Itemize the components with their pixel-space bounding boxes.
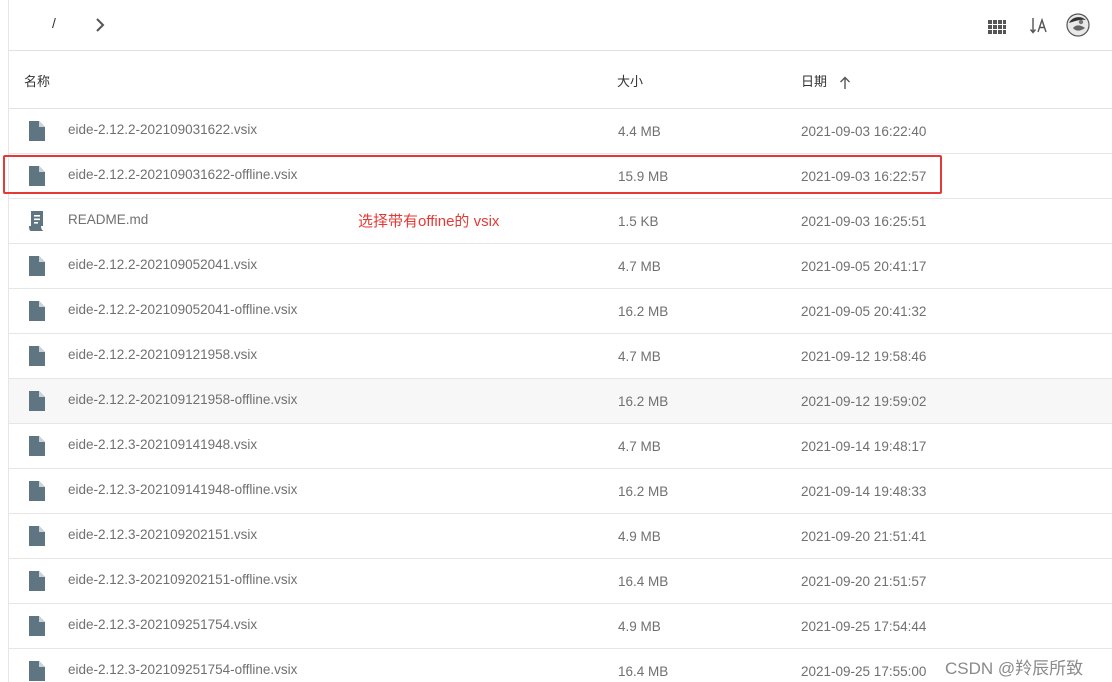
file-icon [28, 165, 46, 187]
file-size: 4.7 MB [618, 259, 661, 274]
file-name[interactable]: eide-2.12.2-202109031622-offline.vsix [68, 167, 297, 182]
arrow-up-icon [839, 76, 850, 89]
column-header-date[interactable]: 日期 [801, 71, 851, 90]
file-name[interactable]: eide-2.12.2-202109052041-offline.vsix [68, 302, 297, 317]
file-name[interactable]: eide-2.12.3-202109251754.vsix [68, 617, 257, 632]
file-row[interactable]: eide-2.12.2-202109031622-offline.vsix 15.… [9, 154, 1112, 199]
file-size: 16.2 MB [618, 484, 669, 499]
file-size: 4.7 MB [618, 439, 661, 454]
avatar-icon[interactable] [1066, 13, 1090, 37]
file-date: 2021-09-14 19:48:33 [801, 484, 927, 499]
file-icon [28, 390, 46, 412]
file-size: 1.5 KB [618, 214, 659, 229]
file-name[interactable]: eide-2.12.2-202109031622.vsix [68, 122, 257, 137]
file-date: 2021-09-20 21:51:57 [801, 574, 927, 589]
file-icon [28, 525, 46, 547]
grid-view-icon[interactable] [986, 16, 1008, 38]
file-name[interactable]: eide-2.12.2-202109121958.vsix [68, 347, 257, 362]
file-size: 16.4 MB [618, 664, 669, 679]
file-date: 2021-09-05 20:41:32 [801, 304, 927, 319]
file-row[interactable]: README.md 1.5 KB 2021-09-03 16:25:51 [9, 199, 1112, 244]
file-date: 2021-09-05 20:41:17 [801, 259, 927, 274]
file-size: 16.4 MB [618, 574, 669, 589]
file-date: 2021-09-14 19:48:17 [801, 439, 927, 454]
top-bar: / [9, 0, 1112, 51]
file-date: 2021-09-12 19:58:46 [801, 349, 927, 364]
file-row[interactable]: eide-2.12.2-202109052041.vsix 4.7 MB 2021-… [9, 244, 1112, 289]
file-row[interactable]: eide-2.12.2-202109121958.vsix 4.7 MB 2021-… [9, 334, 1112, 379]
file-size: 4.9 MB [618, 529, 661, 544]
file-size: 4.9 MB [618, 619, 661, 634]
file-icon [28, 615, 46, 637]
file-name[interactable]: eide-2.12.3-202109251754-offline.vsix [68, 662, 297, 677]
file-icon [28, 570, 46, 592]
annotation-text: 选择带有offine的 vsix [358, 213, 500, 230]
file-date: 2021-09-12 19:59:02 [801, 394, 927, 409]
file-icon [28, 345, 46, 367]
column-header-size[interactable]: 大小 [617, 71, 643, 90]
file-row[interactable]: eide-2.12.2-202109121958-offline.vsix 16.… [9, 379, 1112, 424]
column-header-name[interactable]: 名称 [24, 71, 50, 90]
file-size: 4.4 MB [618, 124, 661, 139]
file-icon [28, 255, 46, 277]
file-name[interactable]: eide-2.12.2-202109052041.vsix [68, 257, 257, 272]
file-name[interactable]: README.md [68, 212, 148, 227]
file-date: 2021-09-03 16:22:57 [801, 169, 927, 184]
chevron-right-icon[interactable] [93, 16, 107, 34]
file-name[interactable]: eide-2.12.2-202109121958-offline.vsix [68, 392, 297, 407]
file-name[interactable]: eide-2.12.3-202109141948.vsix [68, 437, 257, 452]
file-row[interactable]: eide-2.12.3-202109202151-offline.vsix 16.… [9, 559, 1112, 604]
file-row[interactable]: eide-2.12.3-202109251754.vsix 4.9 MB 2021-… [9, 604, 1112, 649]
file-size: 16.2 MB [618, 394, 669, 409]
readme-icon [28, 210, 46, 232]
file-row[interactable]: eide-2.12.3-202109141948.vsix 4.7 MB 2021-… [9, 424, 1112, 469]
file-size: 15.9 MB [618, 169, 669, 184]
file-row[interactable]: eide-2.12.3-202109202151.vsix 4.9 MB 2021-… [9, 514, 1112, 559]
file-icon [28, 435, 46, 457]
file-row[interactable]: eide-2.12.2-202109031622.vsix 4.4 MB 2021-… [9, 109, 1112, 154]
file-icon [28, 660, 46, 682]
file-size: 4.7 MB [618, 349, 661, 364]
file-icon [28, 300, 46, 322]
file-date: 2021-09-25 17:55:00 [801, 664, 927, 679]
column-header-date-label: 日期 [801, 74, 828, 89]
file-date: 2021-09-25 17:54:44 [801, 619, 927, 634]
file-name[interactable]: eide-2.12.3-202109141948-offline.vsix [68, 482, 297, 497]
file-icon [28, 120, 46, 142]
file-name[interactable]: eide-2.12.3-202109202151-offline.vsix [68, 572, 297, 587]
file-row[interactable]: eide-2.12.3-202109141948-offline.vsix 16.… [9, 469, 1112, 514]
file-list: eide-2.12.2-202109031622.vsix 4.4 MB 2021-… [9, 109, 1112, 682]
file-browser-panel: / 名称 大小 日期 eide-2.12.2-202109031622.vsix… [8, 0, 1112, 682]
file-row[interactable]: eide-2.12.2-202109052041-offline.vsix 16.… [9, 289, 1112, 334]
file-icon [28, 480, 46, 502]
file-date: 2021-09-20 21:51:41 [801, 529, 927, 544]
file-name[interactable]: eide-2.12.3-202109202151.vsix [68, 527, 257, 542]
file-date: 2021-09-03 16:25:51 [801, 214, 927, 229]
file-size: 16.2 MB [618, 304, 669, 319]
sort-by-name-icon[interactable] [1029, 15, 1051, 37]
table-header: 名称 大小 日期 [9, 51, 1112, 109]
watermark: CSDN @羚辰所致 [945, 659, 1084, 678]
file-date: 2021-09-03 16:22:40 [801, 124, 927, 139]
breadcrumb-root[interactable]: / [52, 15, 56, 31]
